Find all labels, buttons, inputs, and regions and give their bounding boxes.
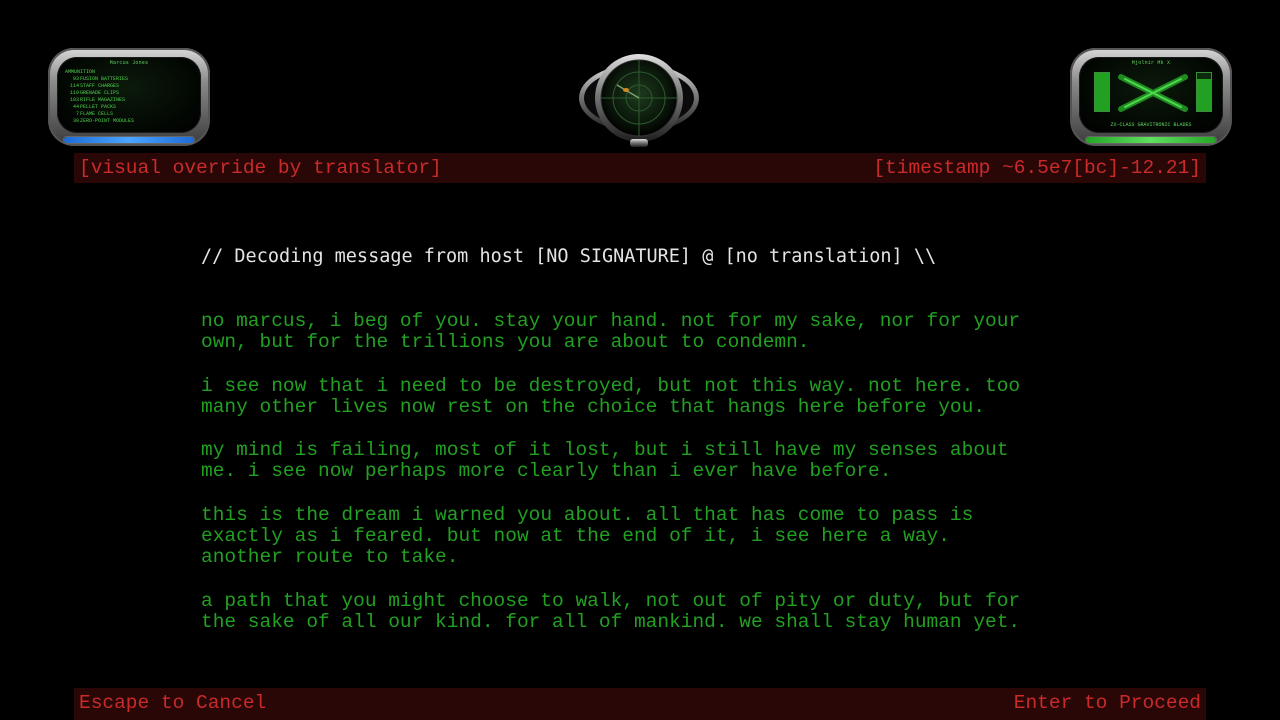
left-charge-bar — [1095, 73, 1109, 111]
translator-status-bar: [visual override by translator] [timesta… — [74, 153, 1206, 183]
message-paragraph: no marcus, i beg of you. stay your hand.… — [201, 310, 1021, 354]
decoded-message: no marcus, i beg of you. stay your hand.… — [201, 310, 1101, 655]
energy-bar-fill — [1086, 137, 1216, 143]
ammo-qty: 30 — [72, 118, 79, 124]
ammo-screen: Marcus Jones AMMUNITION 93FUSION BATTERI… — [57, 57, 201, 133]
weapon-hud-panel: Mjolnir Mk X ZX-CLASS GRAVITRONIC BLADES — [1070, 48, 1232, 146]
ammo-type: FUSION BATTERIES — [80, 76, 129, 82]
shield-bar-fill — [64, 137, 194, 143]
message-paragraph: my mind is failing, most of it lost, but… — [201, 439, 1009, 483]
proceed-prompt[interactable]: Enter to Proceed — [1014, 688, 1201, 718]
ammo-type: RIFLE MAGAZINES — [80, 97, 126, 103]
ammo-section-title: AMMUNITION — [65, 69, 96, 75]
motion-tracker — [578, 50, 700, 152]
message-paragraph: this is the dream i warned you about. al… — [201, 503, 974, 569]
ammo-qty: 44 — [72, 104, 79, 110]
ammo-type: GRENADE CLIPS — [80, 90, 120, 96]
action-bar: Escape to Cancel Enter to Proceed — [74, 688, 1206, 720]
weapon-name: ZX-CLASS GRAVITRONIC BLADES — [1110, 122, 1192, 128]
ammo-qty: 110 — [69, 90, 79, 96]
right-charge-bar — [1197, 73, 1211, 111]
energy-bar — [1086, 137, 1216, 143]
right-charge-fill — [1197, 78, 1211, 111]
timestamp-label: [timestamp ~6.5e7[bc]-12.21] — [873, 157, 1201, 179]
ammo-hud-panel: Marcus Jones AMMUNITION 93FUSION BATTERI… — [48, 48, 210, 146]
ammo-type: FLAME CELLS — [80, 111, 114, 117]
motion-tracker-icon — [579, 54, 699, 147]
ammo-qty: 7 — [75, 111, 79, 117]
ammo-type: PELLET PACKS — [80, 104, 117, 110]
armor-name: Mjolnir Mk X — [1131, 60, 1171, 66]
message-paragraph: i see now that i need to be destroyed, b… — [201, 374, 1021, 418]
shield-bar — [64, 137, 194, 143]
ammo-type: ZERO-POINT MODULES — [80, 118, 135, 124]
ammo-item: 110GRENADE CLIPS — [67, 90, 201, 97]
ammo-item: 93FUSION BATTERIES — [67, 76, 201, 83]
ammo-item: 103RIFLE MAGAZINES — [67, 97, 201, 104]
ammo-qty: 103 — [69, 97, 79, 103]
cancel-prompt[interactable]: Escape to Cancel — [79, 688, 266, 718]
ammo-qty: 93 — [72, 76, 79, 82]
ammo-list: 93FUSION BATTERIES 114STAFF CHARGES 110G… — [67, 76, 201, 125]
ammo-item: 30ZERO-POINT MODULES — [67, 118, 201, 125]
ammo-qty: 114 — [69, 83, 79, 89]
ammo-item: 7FLAME CELLS — [67, 111, 201, 118]
ammo-type: STAFF CHARGES — [80, 83, 120, 89]
message-paragraph: a path that you might choose to walk, no… — [201, 589, 1021, 633]
left-charge-fill — [1095, 73, 1109, 111]
weapon-display — [1079, 69, 1223, 119]
decode-header: // Decoding message from host [NO SIGNAT… — [201, 246, 937, 267]
ammo-item: 44PELLET PACKS — [67, 104, 201, 111]
crossed-blades-icon — [1118, 74, 1188, 112]
weapon-screen: Mjolnir Mk X ZX-CLASS GRAVITRONIC BLADES — [1079, 57, 1223, 133]
translator-override-label: [visual override by translator] — [79, 157, 442, 179]
player-name: Marcus Jones — [109, 60, 149, 66]
ammo-item: 114STAFF CHARGES — [67, 83, 201, 90]
